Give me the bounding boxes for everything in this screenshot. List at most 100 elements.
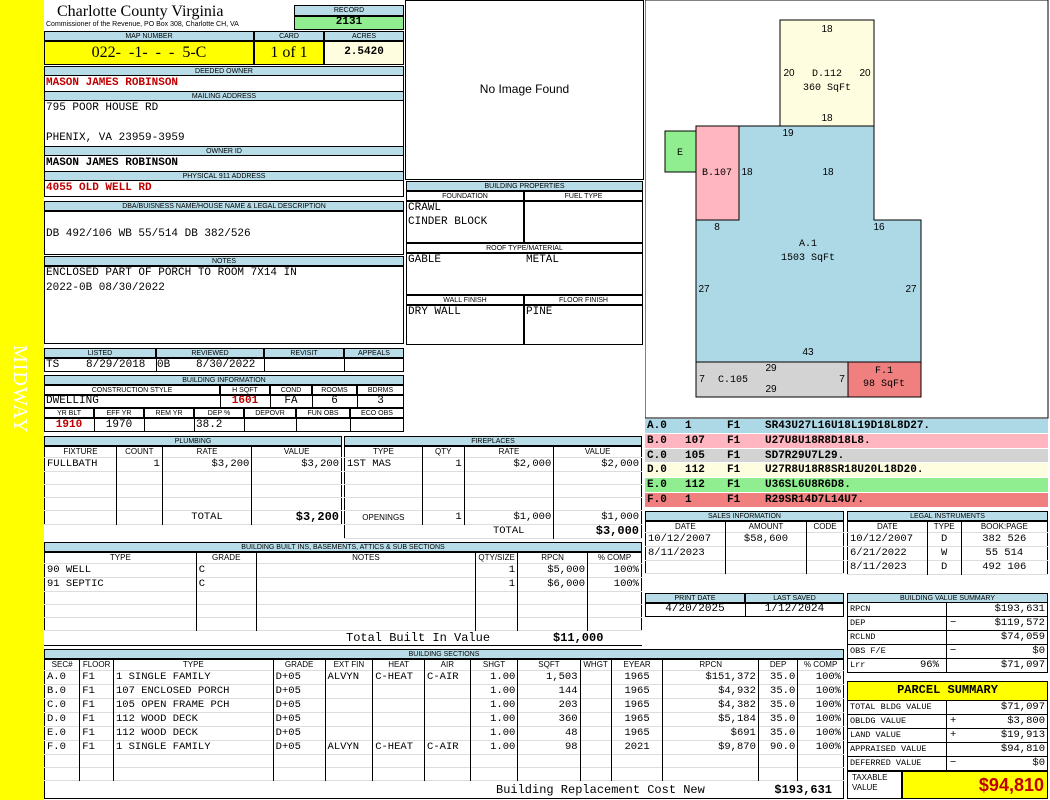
map-number-header: MAP NUMBER [44,31,254,41]
inst-bookpage: 55 514 [985,547,1024,559]
section-cell: 203 [517,698,581,713]
builtins-col-notes: NOTES [256,552,477,564]
sections-col-header: % COMP [803,660,838,669]
sale-amount: $58,600 [725,532,808,547]
bi-rpcn: $6,000 [517,577,588,592]
fireplace-row: 1ST MAS 1 $2,000 $2,000 [344,457,642,472]
section-cell: F1 [79,740,114,755]
vector-vec: SR43U27L16U18L19D18L8D27. [765,420,931,432]
roof-header: ROOF TYPE/MATERIAL [406,243,643,253]
card-header: CARD [254,31,324,41]
section-cell: 35.0 [758,698,799,713]
section-cell: 35.0 [758,670,799,685]
sections-col-header: TYPE [113,659,274,671]
summary-value: $119,572 [994,617,1045,629]
builtins-row: 91 SEPTIC C 1 $6,000 100% [44,577,642,592]
vector-row: A.0 1 F1 SR43U27L16U18L19D18L8D27. [645,419,1048,434]
section-cell: F1 [79,684,114,699]
fireplace-col-qty: QTY [422,446,465,458]
side-label: MIDWAY [9,345,31,434]
vector-fl: F1 [727,420,741,432]
notes-line-2: 2022-0B 08/30/2022 [46,282,165,294]
bdrms-value: 3 [377,395,384,407]
vector-num: 112 [685,464,705,477]
summary-key: RPCN [850,604,871,614]
section-cell: D+05 [273,726,326,741]
summary-key: TOTAL BLDG VALUE [850,702,932,712]
section-cell: D+05 [273,740,326,755]
summary-key: RCLND [850,632,876,642]
value: $3,200 [301,458,339,470]
style-header: CONSTRUCTION STYLE [44,385,220,395]
section-row: F.0 F1 1 SINGLE FAMILY D+05 ALVYN C-HEAT C-AIR… [44,740,844,755]
summary-value: $71,097 [1000,701,1045,713]
sales-row: 8/11/2023 [645,546,844,561]
section-cell: $4,932 [662,684,759,699]
bi-qty: 1 [475,577,519,592]
c-dim-top: 29 [765,363,777,374]
vector-vec: R29SR14D7L14U7. [765,493,865,506]
d-label: D.112 [812,69,842,80]
section-cell: C.0 [44,698,81,713]
summary-row: RPCN $193,631 [847,603,1048,617]
summary-row: OBLDG VALUE + $3,800 [847,715,1048,729]
a-dim-step: 16 [873,222,885,233]
section-cell [424,698,471,713]
section-cell [580,698,612,713]
summary-sign: − [950,757,957,769]
c-dim-left: 7 [699,374,705,385]
section-cell [580,712,612,727]
bi-type: 91 SEPTIC [44,577,197,592]
fuel-box [524,201,643,243]
section-cell [372,726,426,741]
section-cell: $5,184 [662,712,759,727]
a-dim-right: 27 [905,284,917,295]
summary-value: $71,097 [1000,659,1045,671]
summary-sign: + [950,729,957,741]
section-cell: F1 [79,726,114,741]
section-cell: 1.00 [470,684,519,699]
section-cell: D+05 [273,698,326,713]
effective-year: 1970 [105,419,133,431]
section-cell: 1.00 [470,740,519,755]
roof-box [406,253,643,295]
b-dim-right: 18 [741,167,753,178]
section-row: E.0 F1 112 WOOD DECK D+05 1.00 48 1965 $691 35.0… [44,726,844,741]
legal-text: DB 492/106 WB 55/514 DB 382/526 [46,228,251,240]
inst-type: D [927,532,962,547]
summary-sign: − [950,645,957,657]
vector-fl: F1 [727,434,741,447]
section-cell: C-AIR [424,740,471,755]
owner-block-border [44,66,404,197]
remyr-header: REM YR [144,408,194,418]
fireplace-col-rate: RATE [464,446,555,458]
yrblt-header: YR BLT [44,408,94,418]
sections-col-header: EYEAR [611,659,664,671]
inst-type: W [927,546,962,561]
section-cell: 35.0 [758,712,799,727]
d-dim-right: 20 [859,68,871,79]
d-dim-bottom: 18 [821,113,833,124]
openings-value: $1,000 [601,511,639,523]
plumbing-row: FULLBATH 1 $3,200 $3,200 [44,457,342,472]
building-properties-header: BUILDING PROPERTIES [406,181,643,191]
a-dim-left: 27 [698,284,710,295]
ecoobs-header: ECO OBS [350,408,404,418]
vector-row: F.0 1 F1 R29SR14D7L14U7. [645,492,1048,508]
a-label: A.1 [799,239,817,250]
value-summary-header: BUILDING VALUE SUMMARY [847,593,1048,603]
sketch-vectors: A.0 1 F1 SR43U27L16U18L19D18L8D27. B.0 107 F1 U… [645,419,1048,508]
value-summary: RPCN $193,631 DEP − $119,572 RCLND $74,059 OBS … [847,603,1048,673]
listed-header: LISTED [44,348,156,358]
sections-col-header: SQFT [517,659,581,671]
rooms-value: 6 [331,395,338,407]
notes-line-1: ENCLOSED PART OF PORCH TO ROOM 7X14 IN [46,267,297,279]
summary-value: $0 [1032,645,1045,657]
vector-vec: SD7R29U7L29. [765,449,845,462]
section-cell: 1.00 [470,670,519,685]
plumbing-header: PLUMBING [44,436,342,446]
plumbing-col-count: COUNT [116,446,163,458]
card-number: 1 of 1 [270,44,308,61]
last-saved: 1/12/2024 [764,603,825,615]
section-cell [580,684,612,699]
